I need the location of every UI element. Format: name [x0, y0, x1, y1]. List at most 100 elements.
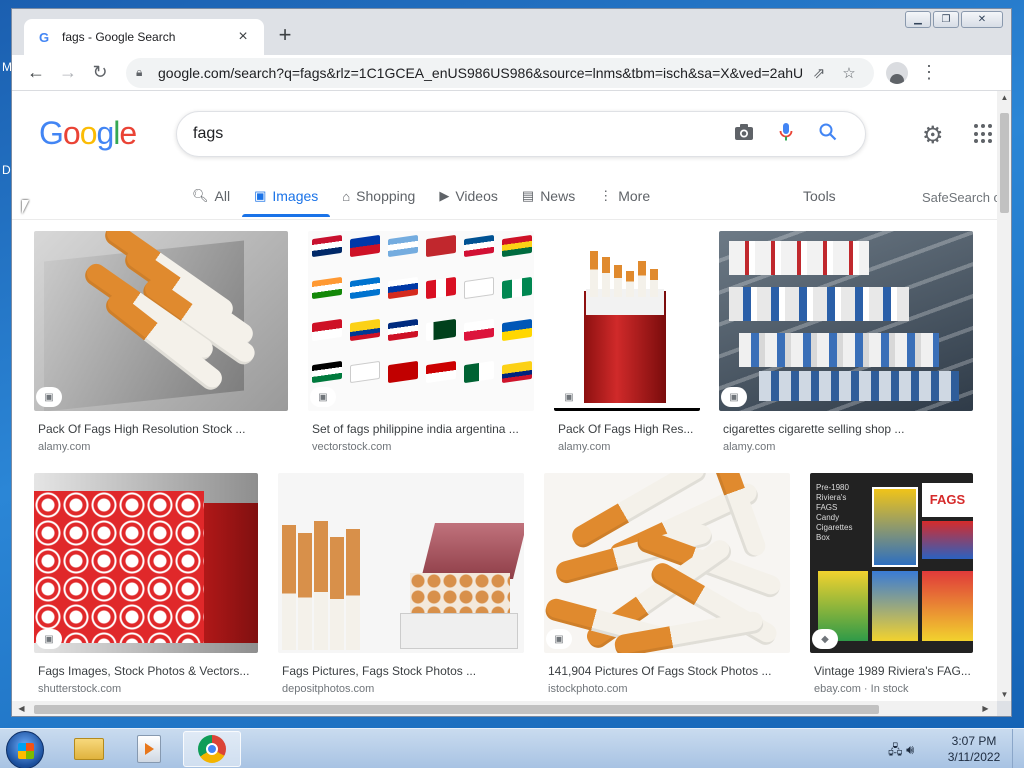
- result-source[interactable]: alamy.com: [719, 441, 973, 453]
- tab-videos[interactable]: ▶ Videos: [439, 181, 498, 211]
- result-title[interactable]: Pack Of Fags High Res...: [554, 422, 700, 436]
- tab-news[interactable]: ▤ News: [522, 181, 575, 211]
- profile-avatar[interactable]: [886, 61, 908, 84]
- system-tray: 🖧 🔊︎: [888, 741, 914, 763]
- mouse-cursor-icon: [22, 200, 36, 214]
- result-title[interactable]: Set of fags philippine india argentina .…: [308, 422, 534, 436]
- result-title[interactable]: Vintage 1989 Riviera's FAG...: [810, 664, 973, 678]
- tools-button[interactable]: Tools: [803, 188, 836, 204]
- tab-all[interactable]: 🔍︎ All: [192, 181, 230, 211]
- close-button[interactable]: ✕: [961, 11, 1003, 28]
- chrome-icon: [198, 735, 226, 763]
- network-icon[interactable]: 🖧: [888, 742, 903, 757]
- result-title[interactable]: 141,904 Pictures Of Fags Stock Photos ..…: [544, 664, 790, 678]
- search-tabs: 🔍︎ All ▣ Images ⌂ Shopping ▶ Videos ▤ News ⋮ M…: [192, 181, 674, 217]
- tab-label: News: [540, 188, 576, 204]
- result-thumbnail[interactable]: ▣: [34, 473, 258, 653]
- google-apps-icon[interactable]: [974, 124, 994, 144]
- folder-icon: [74, 738, 104, 760]
- new-tab-button[interactable]: +: [274, 24, 296, 47]
- chrome-taskbar-button[interactable]: [183, 731, 241, 767]
- volume-icon[interactable]: 🔊︎: [906, 742, 914, 757]
- menu-kebab-icon[interactable]: ⋮: [914, 62, 944, 83]
- google-logo[interactable]: Google: [39, 115, 137, 152]
- lock-icon[interactable]: 🔒︎: [136, 65, 150, 80]
- search-box[interactable]: fags: [176, 111, 866, 157]
- address-bar[interactable]: 🔒︎ google.com/search?q=fags&rlz=1C1GCEA_…: [126, 57, 874, 88]
- tab-label: Images: [272, 188, 319, 204]
- news-icon: ▤: [521, 188, 535, 203]
- safesearch-toggle[interactable]: SafeSearch o: [922, 190, 997, 205]
- scrollbar-thumb[interactable]: [1000, 113, 1009, 213]
- result-source[interactable]: vectorstock.com: [308, 441, 534, 453]
- image-result[interactable]: ▣ Pack Of Fags High Res... alamy.com: [554, 231, 700, 453]
- browser-tab[interactable]: G fags - Google Search ×: [24, 19, 264, 55]
- image-icon: ▣: [254, 188, 267, 203]
- image-result[interactable]: ▣ 141,904 Pictures Of Fags Stock Photos …: [544, 473, 790, 695]
- result-title[interactable]: Fags Images, Stock Photos & Vectors...: [34, 664, 258, 678]
- close-tab-icon[interactable]: ×: [234, 28, 252, 46]
- scroll-up-arrow-icon[interactable]: ▲: [997, 93, 1011, 102]
- result-thumbnail[interactable]: ▣: [308, 231, 534, 411]
- result-thumbnail[interactable]: ▣: [34, 231, 288, 411]
- image-result[interactable]: ▣ cigarettes cigarette selling shop ... …: [719, 231, 973, 453]
- horizontal-scrollbar[interactable]: ◀ ▶: [12, 701, 997, 716]
- result-source[interactable]: alamy.com: [34, 441, 288, 453]
- scroll-down-arrow-icon[interactable]: ▼: [997, 690, 1011, 699]
- taskbar: 🖧 🔊︎ 3:07 PM 3/11/2022: [0, 728, 1024, 768]
- result-thumbnail[interactable]: Pre-1980 Riviera's FAGS Candy Cigarettes Box …: [810, 473, 973, 653]
- result-thumbnail[interactable]: ▣: [719, 231, 973, 411]
- result-source[interactable]: alamy.com: [554, 441, 700, 453]
- tab-shopping[interactable]: ⌂ Shopping: [342, 181, 415, 211]
- microphone-icon[interactable]: [765, 122, 807, 147]
- result-thumbnail[interactable]: ▣: [554, 231, 700, 411]
- result-source[interactable]: depositphotos.com: [278, 683, 524, 695]
- play-icon: ▶: [439, 188, 450, 203]
- result-title[interactable]: Pack Of Fags High Resolution Stock ...: [34, 422, 288, 436]
- bookmark-star-icon[interactable]: ☆: [834, 64, 864, 82]
- result-source[interactable]: ebay.com · In stock: [810, 683, 973, 695]
- result-title[interactable]: cigarettes cigarette selling shop ...: [719, 422, 973, 436]
- result-source[interactable]: shutterstock.com: [34, 683, 258, 695]
- minimize-button[interactable]: ▁: [905, 11, 931, 28]
- forward-button[interactable]: →: [52, 57, 84, 89]
- dots-icon: ⋮: [599, 188, 613, 203]
- result-thumbnail[interactable]: ▣: [544, 473, 790, 653]
- settings-gear-icon[interactable]: ⚙: [922, 121, 944, 150]
- back-button[interactable]: ←: [20, 57, 52, 89]
- tag-icon: ⌂: [342, 188, 351, 204]
- image-result[interactable]: ▣ Pack Of Fags High Resolution Stock ...…: [34, 231, 288, 453]
- tab-label: All: [214, 188, 231, 204]
- search-input[interactable]: fags: [193, 125, 723, 143]
- start-button[interactable]: [6, 731, 44, 768]
- show-desktop-button[interactable]: [1012, 729, 1024, 768]
- clock-time: 3:07 PM: [951, 734, 997, 748]
- image-result[interactable]: Pre-1980 Riviera's FAGS Candy Cigarettes Box …: [810, 473, 973, 695]
- result-source[interactable]: istockphoto.com: [544, 683, 790, 695]
- vertical-scrollbar[interactable]: ▲ ▼: [997, 91, 1011, 701]
- image-result[interactable]: Fags Pictures, Fags Stock Photos ... dep…: [278, 473, 524, 695]
- camera-icon[interactable]: [723, 123, 765, 146]
- browser-toolbar: ← → ↻ 🔒︎ google.com/search?q=fags&rlz=1C…: [12, 55, 1011, 91]
- restore-button[interactable]: ❐: [933, 11, 959, 28]
- image-result[interactable]: ▣ Fags Images, Stock Photos & Vectors...…: [34, 473, 258, 695]
- tab-label: Shopping: [356, 188, 416, 204]
- reload-button[interactable]: ↻: [84, 57, 116, 89]
- result-title[interactable]: Fags Pictures, Fags Stock Photos ...: [278, 664, 524, 678]
- scroll-right-arrow-icon[interactable]: ▶: [978, 701, 993, 716]
- search-icon[interactable]: [807, 123, 849, 146]
- url-text[interactable]: google.com/search?q=fags&rlz=1C1GCEA_enU…: [158, 65, 804, 81]
- tab-more[interactable]: ⋮ More: [599, 181, 650, 211]
- share-icon[interactable]: ⇗: [804, 64, 834, 82]
- scrollbar-thumb[interactable]: [34, 705, 879, 714]
- scroll-left-arrow-icon[interactable]: ◀: [14, 701, 29, 716]
- tab-images[interactable]: ▣ Images: [242, 181, 331, 217]
- page-content: Google fags ⚙ 🔍︎ All ▣ Images ⌂ Shopping ▶ V…: [12, 91, 997, 701]
- clock[interactable]: 3:07 PM 3/11/2022: [942, 733, 1006, 765]
- image-type-icon: ▣: [310, 387, 336, 407]
- file-explorer-button[interactable]: [60, 731, 118, 767]
- media-player-button[interactable]: [120, 731, 178, 767]
- result-thumbnail[interactable]: [278, 473, 524, 653]
- image-result[interactable]: ▣ Set of fags philippine india argentina…: [308, 231, 534, 453]
- desktop-icon-label[interactable]: D: [2, 163, 11, 177]
